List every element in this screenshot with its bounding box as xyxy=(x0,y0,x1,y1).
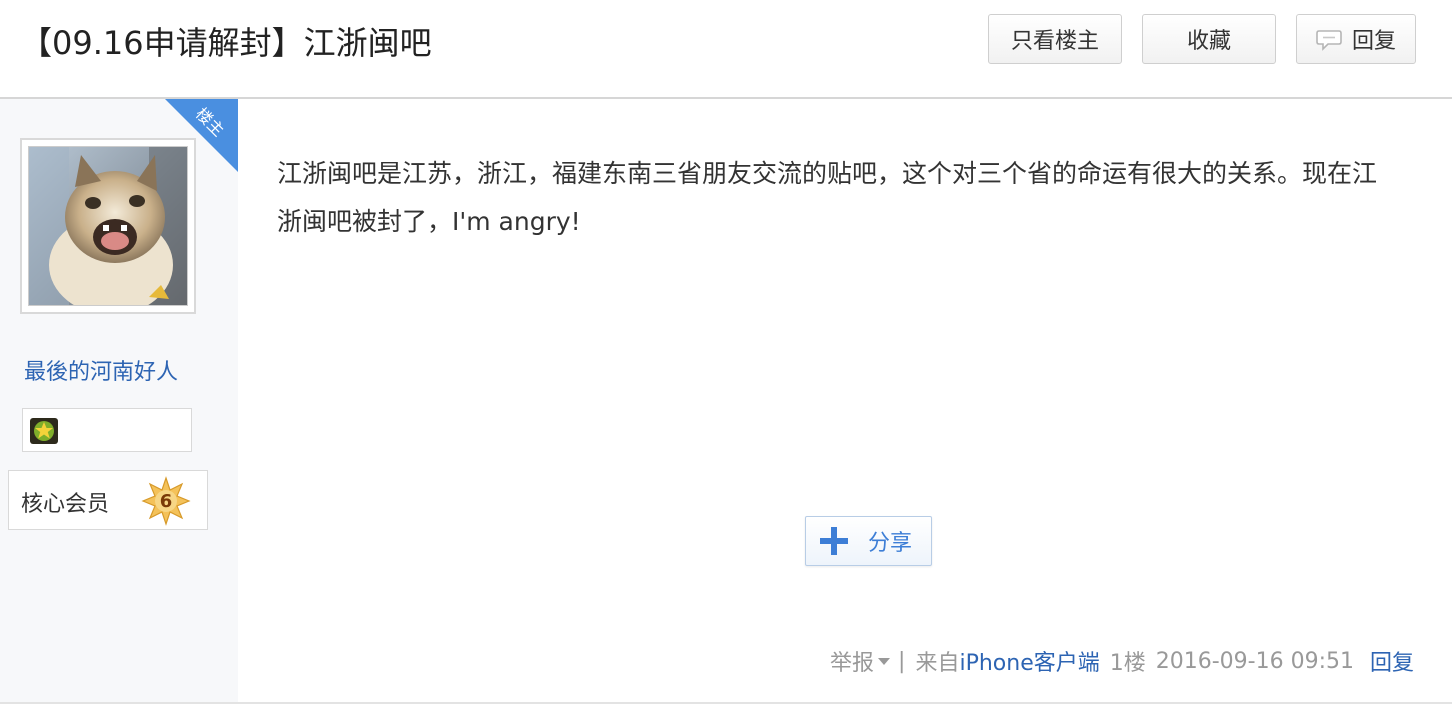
cat-avatar-image xyxy=(29,147,187,305)
post-datetime: 2016-09-16 09:51 xyxy=(1155,648,1354,674)
member-level-title: 核心会员 xyxy=(21,492,110,517)
level-star-badge-icon[interactable]: 6 xyxy=(141,476,191,526)
only-owner-label: 只看楼主 xyxy=(1010,29,1099,54)
divider xyxy=(0,702,1452,704)
avatar[interactable] xyxy=(28,146,188,306)
share-button[interactable]: 分享 xyxy=(805,516,932,566)
author-username[interactable]: 最後的河南好人 xyxy=(24,354,178,386)
reply-button-label: 回复 xyxy=(1351,29,1396,54)
only-owner-button[interactable]: 只看楼主 xyxy=(988,14,1122,64)
thread-header: 【09.16申请解封】江浙闽吧 只看楼主 收藏 回复 xyxy=(0,0,1452,99)
avatar-frame[interactable] xyxy=(20,138,196,314)
member-level-box: 核心会员 6 xyxy=(8,470,208,530)
reply-button[interactable]: 回复 xyxy=(1296,14,1416,64)
favorite-label: 收藏 xyxy=(1186,29,1231,54)
report-link[interactable]: 举报 xyxy=(830,645,874,677)
chevron-down-icon[interactable] xyxy=(878,657,891,665)
thread-title: 【09.16申请解封】江浙闽吧 xyxy=(20,24,432,62)
footer-separator: | xyxy=(898,648,906,674)
reply-link[interactable]: 回复 xyxy=(1370,645,1414,677)
author-icons-box xyxy=(22,408,192,452)
star-medal-icon[interactable] xyxy=(29,417,59,445)
post-footer: 举报 | 来自 iPhone客户端 1楼 2016-09-16 09:51 回复 xyxy=(830,645,1414,677)
post-content: 江浙闽吧是江苏，浙江，福建东南三省朋友交流的贴吧，这个对三个省的命运有很大的关系… xyxy=(277,159,1378,236)
favorite-button[interactable]: 收藏 xyxy=(1142,14,1276,64)
member-level-number: 6 xyxy=(159,490,173,512)
plus-icon xyxy=(818,525,850,557)
client-link[interactable]: iPhone客户端 xyxy=(959,645,1099,677)
share-label: 分享 xyxy=(868,531,913,556)
comment-bubble-icon xyxy=(1316,29,1342,51)
floor-number: 1楼 xyxy=(1109,651,1146,676)
from-prefix: 来自 xyxy=(915,651,960,676)
